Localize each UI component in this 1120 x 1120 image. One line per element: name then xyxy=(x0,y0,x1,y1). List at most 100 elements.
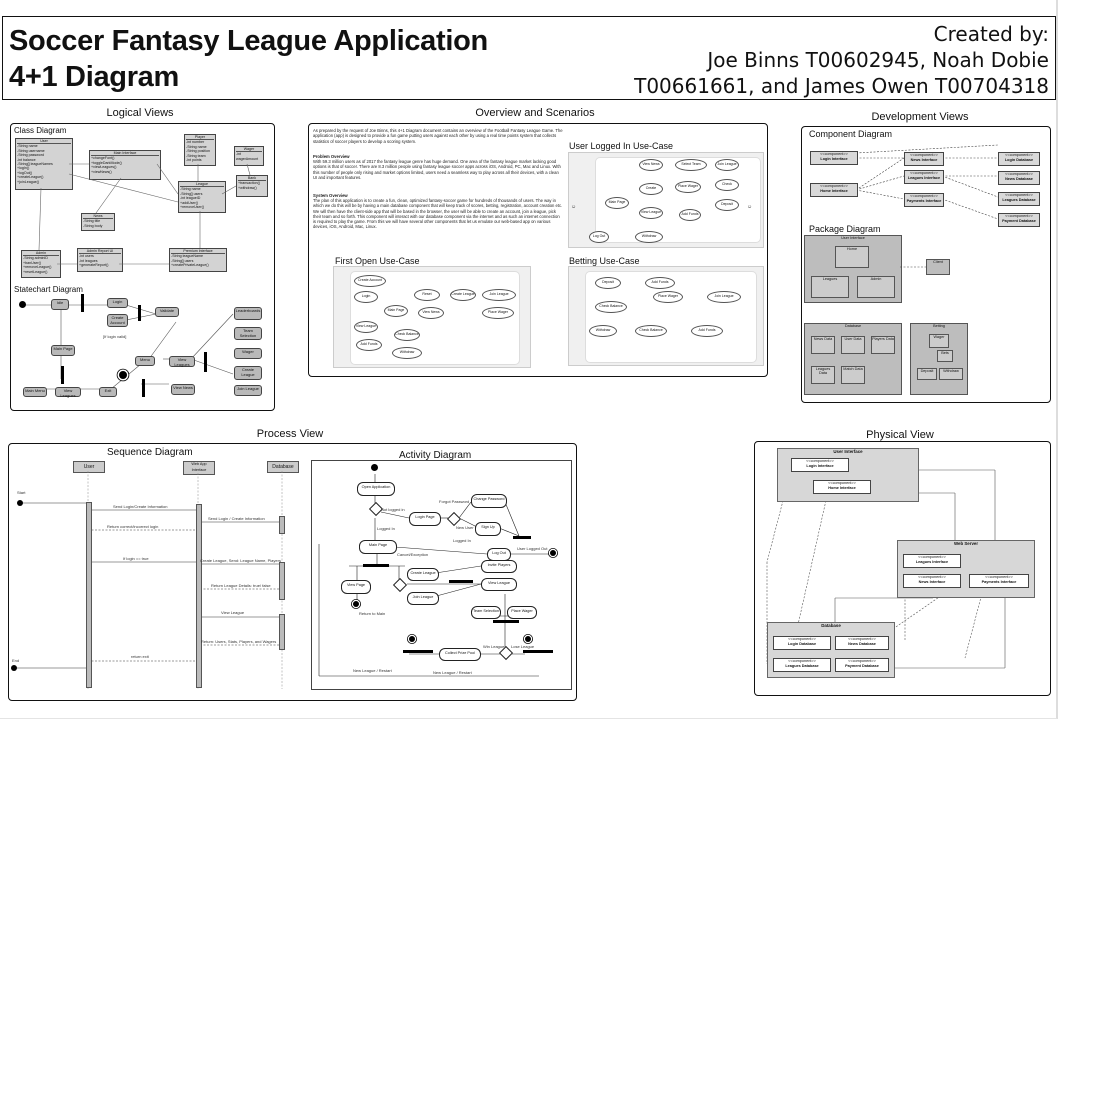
act-fork-bar-3 xyxy=(523,650,553,653)
poster-title: Soccer Fantasy League Application xyxy=(9,25,488,57)
user-logged-in-title: User Logged In Use-Case xyxy=(569,141,674,151)
act-fork-bar xyxy=(363,564,389,567)
phy-login-database: <<component>> Login Database xyxy=(773,636,831,650)
guard-user-logged-out: User Logged Out xyxy=(517,546,548,551)
physical-view-panel: User Interface <<component>> Login Interf… xyxy=(754,441,1051,696)
activity-start-node xyxy=(371,464,378,471)
act-sign-up: Sign Up xyxy=(475,522,501,536)
poster-subtitle: 4+1 Diagram xyxy=(9,61,179,93)
uc-check-balance: Check Balance xyxy=(715,179,739,191)
phy-login-interface: <<component>> Login Interface xyxy=(791,458,849,472)
activity-end-node-1 xyxy=(550,550,556,556)
phy-payments-interface: <<component>> Payments Interface xyxy=(969,574,1029,588)
first-open-title: First Open Use-Case xyxy=(335,256,420,266)
phy-news-interface: <<component>> News Interface xyxy=(903,574,961,588)
state-team-selection: Team Selection xyxy=(234,327,262,340)
logical-views-title: Logical Views xyxy=(106,107,174,119)
fo-login: Login xyxy=(354,291,378,303)
statechart-join-2 xyxy=(142,379,145,397)
act-main-page: Main Page xyxy=(359,540,397,554)
guard-lose-league: Lose League xyxy=(511,644,535,649)
uc-place-wager: Place Wager xyxy=(675,181,701,193)
act-view-league: View League xyxy=(481,578,517,591)
phy-payment-database: <<component>> Payment Database xyxy=(835,658,889,672)
process-view-title: Process View xyxy=(256,428,324,440)
class-diagram-connectors xyxy=(38,163,251,265)
act-create-league: Create League xyxy=(407,568,439,581)
statechart-start-node xyxy=(19,301,26,308)
guard-cancel-exception: Cancel/Exception xyxy=(397,552,429,557)
state-main-menu: Main Menu xyxy=(23,387,47,397)
system-overview-text: The plan of this application is to creat… xyxy=(313,198,563,230)
guard-logged-in-1: Logged In xyxy=(377,526,395,531)
fo-main-page: Main Page xyxy=(384,305,408,317)
act-place-wager: Place Wager xyxy=(507,606,537,619)
act-collect-prize: Collect Prize Pool xyxy=(439,648,481,661)
act-join-bar-1 xyxy=(513,536,531,539)
uc-deposit: Deposit xyxy=(715,199,739,211)
problem-overview-text: With 59.3 million users as of 2017 the f… xyxy=(313,159,561,180)
bet-place-wager: Place Wager xyxy=(653,291,683,303)
fo-view-news: View News xyxy=(418,307,444,319)
bet-withdraw: Withdraw xyxy=(589,325,617,337)
act-open-application: Open Application xyxy=(357,482,395,496)
fo-withdraw: Withdraw xyxy=(392,347,422,359)
act-view-page: View Page xyxy=(341,580,371,594)
uc-logout: Log Out xyxy=(589,231,609,243)
phy-news-database: <<component>> News Database xyxy=(835,636,889,650)
logical-views-panel: Class Diagram User -String name -String u… xyxy=(10,123,275,411)
process-view-panel: Sequence Diagram User Web App Interface … xyxy=(8,443,577,701)
development-views-title: Development Views xyxy=(871,111,969,123)
uc-add-funds: Add Funds xyxy=(679,209,701,221)
fo-create-league: Create League xyxy=(450,289,476,301)
betting-title: Betting Use-Case xyxy=(569,256,640,266)
overview-title: Overview and Scenarios xyxy=(475,107,595,119)
guard-new-league-1: New League / Restart xyxy=(353,668,392,673)
bet-add-funds-2: Add Funds xyxy=(691,325,723,337)
guard-win-league: Win League xyxy=(483,644,505,649)
state-join-league: Join League xyxy=(234,385,262,396)
fo-create-account: Create Account xyxy=(354,275,386,287)
betting-diagram: Deposit Add Funds Check Balance Place Wa… xyxy=(568,266,764,366)
act-change-password: Change Password xyxy=(471,494,507,508)
fo-add-funds: Add Funds xyxy=(356,339,382,351)
phy-leagues-interface: <<component>> Leagues Interface xyxy=(903,554,961,568)
uc-actor-database: ☺ xyxy=(747,204,753,210)
state-view-leagues-2: View Leagues xyxy=(55,387,81,398)
overview-panel: As prepared by the request of Joe Binns,… xyxy=(308,123,768,377)
statechart-guard: [If login valid] xyxy=(103,334,127,339)
uc-view-news: View News xyxy=(639,159,663,171)
state-view-news: View News xyxy=(171,384,195,395)
uc-view-league: View League xyxy=(639,207,663,219)
state-create-account: Create Account xyxy=(107,314,128,327)
physical-view-title: Physical View xyxy=(866,429,934,441)
bet-join-league: Join League xyxy=(707,291,741,303)
first-open-diagram: Create Account Login Main Page Reset Pas… xyxy=(333,266,531,368)
overview-intro: As prepared by the request of Joe Binns,… xyxy=(313,128,563,144)
statechart-join-1 xyxy=(138,305,141,321)
guard-forgot-password: Forgot Password xyxy=(439,499,470,504)
user-logged-in-diagram: Main Page View News Select Team Selectio… xyxy=(568,152,764,248)
uc-actor-user: ☺ xyxy=(571,204,577,210)
bet-check-balance-2: Check Balance xyxy=(635,325,667,337)
state-main-page: Main Page xyxy=(51,345,75,356)
statechart-end-node xyxy=(119,371,127,379)
activity-end-node-4 xyxy=(525,636,531,642)
fo-reset-password: Reset Password xyxy=(414,289,440,301)
guard-not-logged-in: Not logged in xyxy=(381,507,405,512)
guard-logged-in-2: Logged In xyxy=(453,538,471,543)
guard-new-user: New User xyxy=(456,525,474,530)
poster-header: Soccer Fantasy League Application 4+1 Di… xyxy=(2,16,1056,100)
act-join-bar-3 xyxy=(493,620,519,623)
state-login: Login xyxy=(107,298,128,308)
fo-view-league: View League xyxy=(354,321,378,333)
fo-place-wager: Place Wager xyxy=(482,307,514,319)
bet-add-funds: Add Funds xyxy=(645,277,675,289)
fo-check-balance: Check Balance xyxy=(394,329,420,341)
phy-leagues-database: <<component>> Leagues Database xyxy=(773,658,831,672)
state-idle: Idle xyxy=(51,299,69,310)
act-fork-bar-2 xyxy=(403,650,433,653)
state-validate: Validate xyxy=(155,307,179,317)
state-exit: Exit xyxy=(99,387,117,397)
uc-main-page: Main Page xyxy=(605,197,629,209)
